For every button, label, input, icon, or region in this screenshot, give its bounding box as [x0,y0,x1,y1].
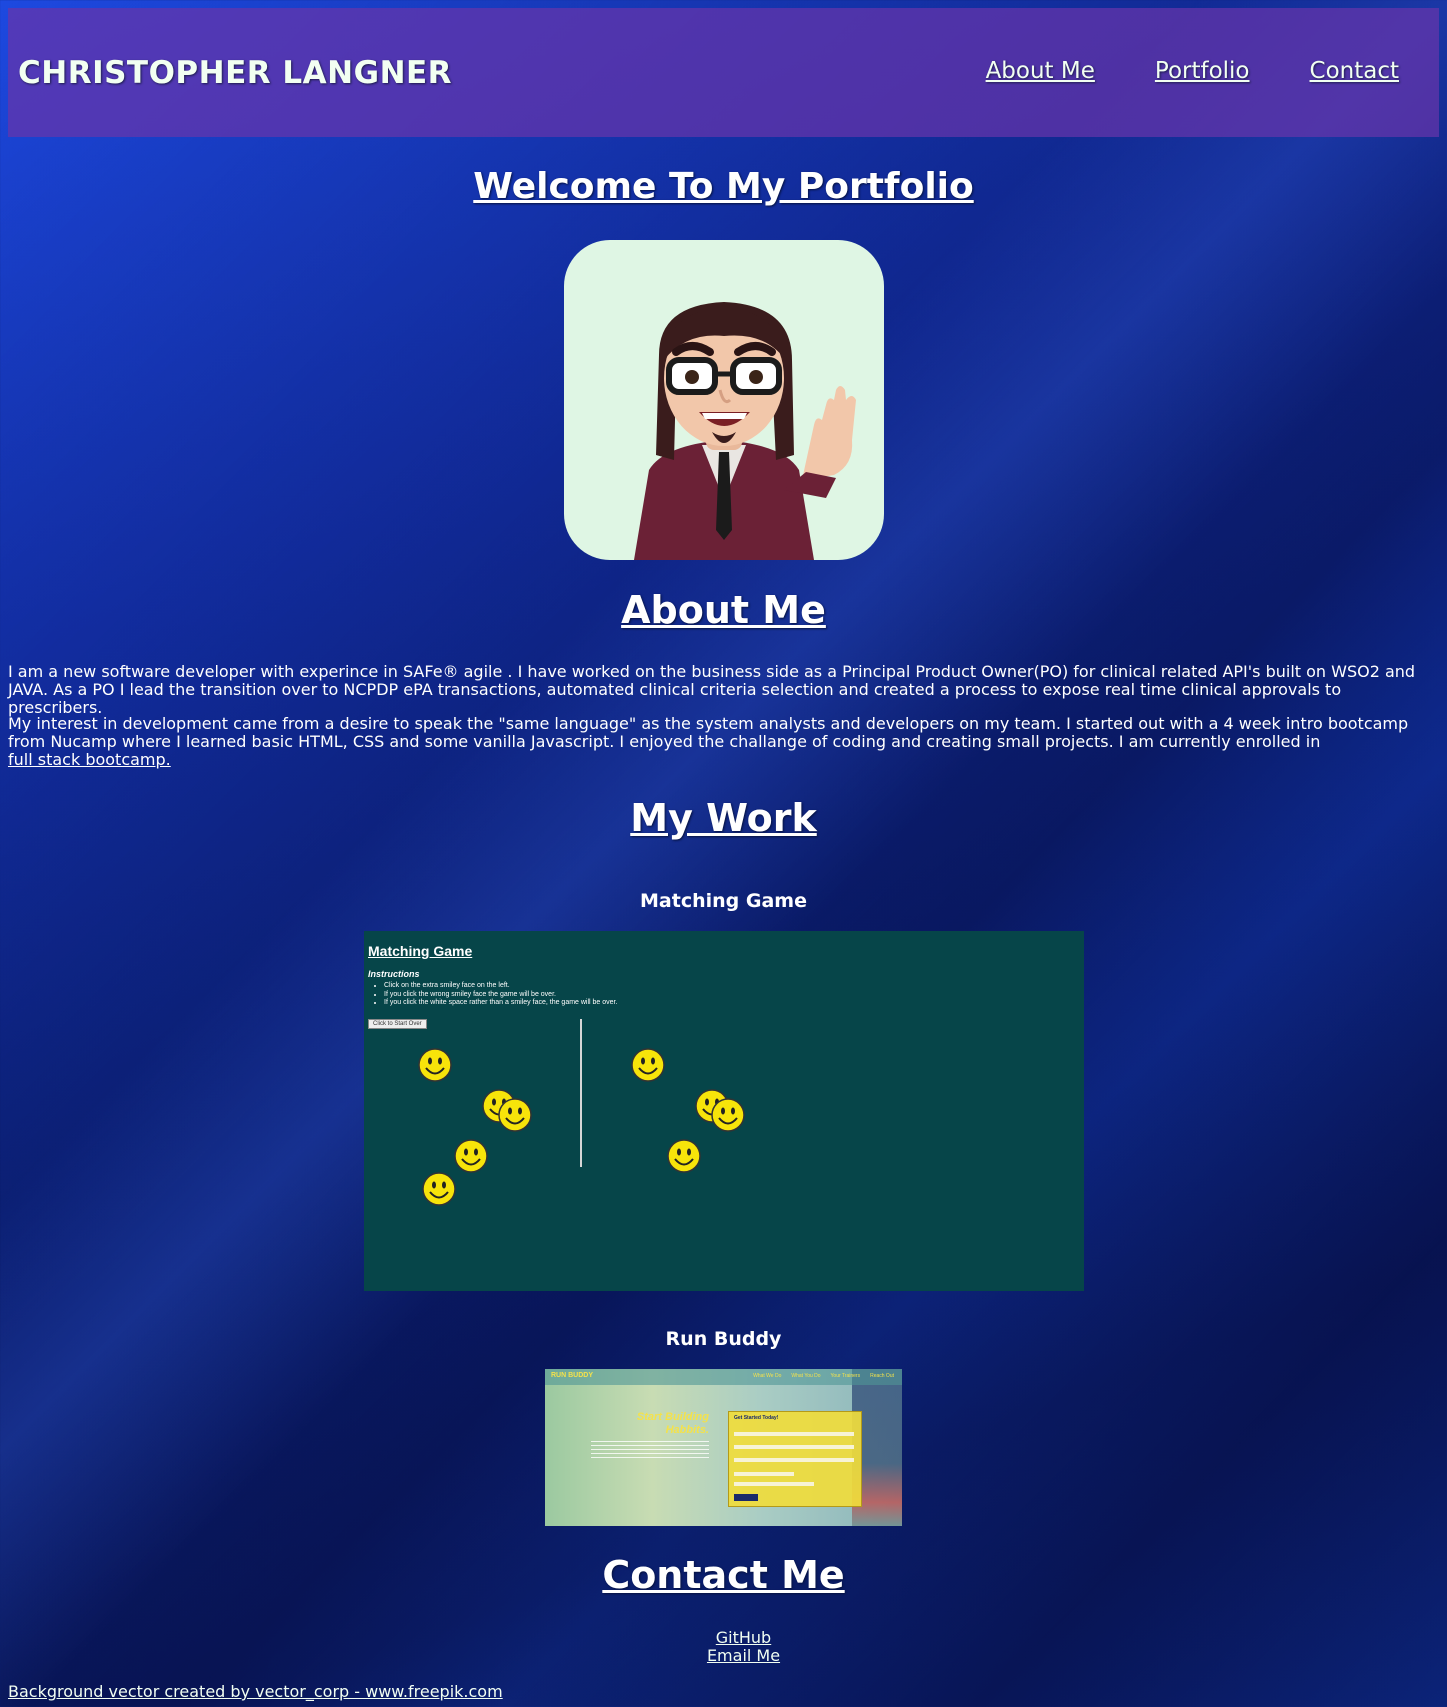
footer-credit: Background vector created by vector_corp… [8,1682,503,1701]
rb-nav: What We Do What You Do Your Trainers Rea… [753,1373,894,1379]
main-nav: About Me Portfolio Contact [986,58,1399,84]
rb-form-field [734,1458,854,1462]
github-link[interactable]: GitHub [0,1629,1447,1647]
smiley-icon [418,1048,452,1082]
rb-form-field [734,1482,814,1486]
project-title-run-buddy: Run Buddy [665,1328,782,1350]
contact-links: GitHub Email Me [0,1629,1447,1665]
about-paragraph-2-text: My interest in development came from a d… [8,714,1409,751]
smiley-faces [418,1048,745,1206]
smiley-icon [711,1098,745,1132]
nav-portfolio[interactable]: Portfolio [1155,58,1250,84]
smiley-icon [422,1172,456,1206]
rb-form-field [734,1445,854,1449]
nav-contact[interactable]: Contact [1310,58,1399,84]
smiley-icon [631,1048,665,1082]
smiley-icon [454,1139,488,1173]
rb-body-text [591,1441,709,1459]
rb-hero-text: Start Building Habbits. [636,1411,709,1436]
site-header: CHRISTOPHER LANGNER About Me Portfolio C… [8,8,1439,137]
bootcamp-link[interactable]: full stack bootcamp. [8,751,1439,769]
my-work-title: My Work [630,796,817,840]
about-paragraph-1: I am a new software developer with exper… [8,662,1416,717]
about-title: About Me [621,588,826,632]
rb-nav-item: Your Trainers [830,1373,861,1379]
rb-nav-item: What We Do [753,1373,782,1379]
run-buddy-screenshot[interactable]: RUN BUDDY What We Do What You Do Your Tr… [545,1369,902,1526]
rb-brand: RUN BUDDY [551,1372,593,1379]
nav-about-me[interactable]: About Me [986,58,1095,84]
rb-form-title: Get Started Today! [734,1415,779,1421]
contact-title: Contact Me [602,1553,845,1597]
rb-nav-item: Reach Out [870,1373,894,1379]
email-link[interactable]: Email Me [0,1647,1447,1665]
project-title-matching-game: Matching Game [640,890,807,912]
rb-form-button [734,1494,758,1501]
freepik-credit-link[interactable]: Background vector created by vector_corp… [8,1682,503,1701]
site-brand: CHRISTOPHER LANGNER [18,55,453,91]
welcome-title: Welcome To My Portfolio [473,166,974,207]
rb-form-field [734,1472,794,1476]
memoji-avatar-icon [634,302,856,560]
page: CHRISTOPHER LANGNER About Me Portfolio C… [0,0,1447,1707]
rb-form-field [734,1432,854,1436]
rb-signup-form: Get Started Today! [728,1411,862,1507]
matching-game-screenshot[interactable]: Matching Game Instructions Click on the … [364,931,1084,1291]
smiley-icon [667,1139,701,1173]
rb-header: RUN BUDDY What We Do What You Do Your Tr… [545,1369,902,1385]
smiley-icon [498,1098,532,1132]
rb-nav-item: What You Do [791,1373,821,1379]
about-paragraph-2: My interest in development came from a d… [8,715,1439,769]
avatar [564,240,884,560]
